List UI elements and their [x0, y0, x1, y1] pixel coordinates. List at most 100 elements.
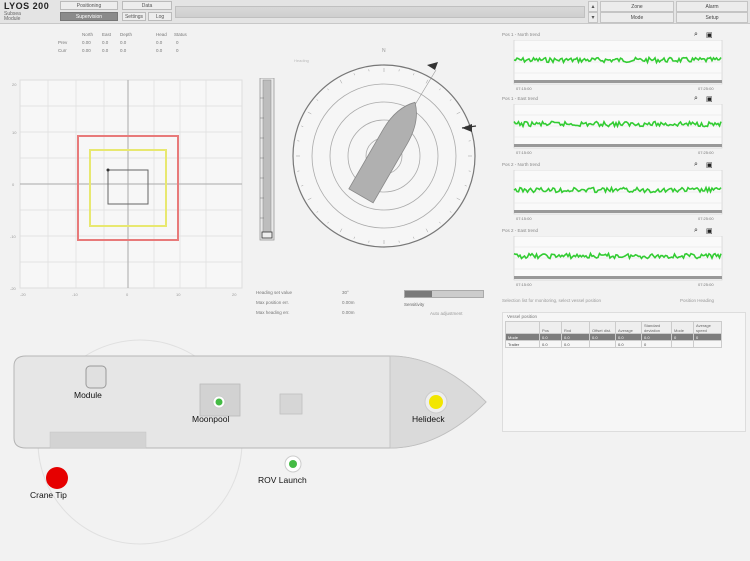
table-cell: 0.0 — [589, 333, 616, 341]
vessel-outline-svg — [13, 339, 487, 545]
trend-zoom-icon[interactable]: ⌕ — [694, 161, 698, 169]
deck-area — [49, 431, 147, 449]
table-header: Mode — [671, 321, 694, 334]
table-cell: 0.0 — [615, 340, 642, 348]
table-header-row: Pos Rxd Offset dist. Average Standard de… — [505, 321, 722, 334]
trend-plot — [513, 104, 723, 149]
app-subtitle-line2: Module — [4, 16, 21, 22]
alarm-button[interactable]: Alarm — [676, 1, 748, 12]
tab-log[interactable]: Log — [148, 12, 172, 21]
crane-tip-dot[interactable] — [46, 467, 68, 489]
app-title: LYOS 200 — [4, 1, 50, 11]
table-cell: 0.0 — [641, 333, 672, 341]
table-cell — [589, 340, 616, 348]
trend-zoom-icon[interactable]: ⌕ — [694, 31, 698, 39]
readout-cell: 0.0 — [120, 40, 127, 45]
trend-x-start: 07:15:00 — [516, 86, 532, 91]
trend-x-end: 07:25:00 — [698, 86, 714, 91]
trend-chart[interactable]: Pos 1 - North trend ⌕ ▣ 07:15:00 07:25:00 — [502, 31, 724, 94]
moonpool-label: Moonpool — [192, 414, 230, 424]
list-caption-right: Position Heading — [680, 298, 715, 303]
trend-title: Pos 1 - East trend — [502, 96, 539, 101]
table-header: Offset dist. — [589, 321, 616, 334]
trend-title: Pos 1 - North trend — [502, 32, 541, 37]
tab-data[interactable]: Data — [122, 1, 172, 10]
position-plot[interactable]: 20 10 0 -10 -20 -20 -10 0 10 20 — [10, 78, 246, 298]
table-cell: 0.0 — [561, 340, 590, 348]
table-row[interactable]: Trailer 0.0 0.0 0.0 0 — [505, 340, 722, 348]
table-header: Average speed — [693, 321, 722, 334]
trend-plot — [513, 40, 723, 85]
table-cell: 0.0 — [561, 333, 590, 341]
crane-tip-label: Crane Tip — [30, 490, 67, 500]
tab-positioning[interactable]: Positioning — [60, 1, 118, 10]
trend-settings-icon[interactable]: ▣ — [706, 31, 713, 39]
trend-x-end: 07:25:00 — [698, 216, 714, 221]
x-tick-label: 20 — [232, 292, 237, 297]
y-tick-label: -20 — [10, 286, 17, 291]
trend-x-start: 07:15:00 — [516, 216, 532, 221]
vessel-position-list: Vessel position Pos Rxd Offset dist. Ave… — [502, 312, 746, 432]
table-cell: 0 — [641, 340, 672, 348]
readout-cell: 0.0 — [120, 48, 127, 53]
readout-header: Status — [174, 32, 187, 37]
helideck-status-dot[interactable] — [429, 395, 443, 409]
trend-chart[interactable]: Pos 2 - East trend ⌕ ▣ 07:15:00 07:25:00 — [502, 227, 724, 290]
table-cell: 0 — [671, 333, 694, 341]
sensitivity-slider[interactable] — [404, 290, 484, 298]
setup-button[interactable]: Setup — [676, 12, 748, 23]
position-table: Pos Rxd Offset dist. Average Standard de… — [505, 321, 722, 348]
sensitivity-label: Sensitivity — [404, 302, 425, 307]
rov-launch-label: ROV Launch — [258, 475, 307, 485]
trend-chart[interactable]: Pos 2 - North trend ⌕ ▣ 07:15:00 07:25:00 — [502, 161, 724, 224]
chevron-down-icon[interactable]: ▾ — [588, 12, 598, 23]
readout-cell: 0.0 — [156, 48, 163, 53]
tab-supervision[interactable]: Supervision — [60, 12, 118, 21]
readout-cell: 0 — [176, 40, 179, 45]
info-label: Max heading err. — [256, 310, 290, 315]
vessel-position-marker — [106, 168, 110, 172]
compass-north-label: N — [382, 48, 386, 54]
sensitivity-fill — [405, 291, 433, 297]
status-strip — [175, 6, 585, 18]
table-cell — [693, 340, 722, 348]
tab-settings[interactable]: Settings — [122, 12, 146, 21]
table-row[interactable]: Mode 0.0 0.0 0.0 0.0 0.0 0 0 — [505, 333, 722, 341]
y-tick-label: -10 — [10, 234, 17, 239]
trend-settings-icon[interactable]: ▣ — [706, 95, 713, 103]
trend-x-end: 07:25:00 — [698, 150, 714, 155]
readout-cell: 0.0 — [102, 48, 109, 53]
x-tick-label: -20 — [20, 292, 27, 297]
trend-x-end: 07:25:00 — [698, 282, 714, 287]
trend-x-start: 07:15:00 — [516, 150, 532, 155]
readout-cell: 0.00 — [82, 40, 91, 45]
moonpool-status-dot[interactable] — [215, 398, 223, 406]
top-button-group: ▴ ▾ Zone Alarm Mode Setup — [588, 0, 750, 24]
readout-header: Head — [156, 32, 167, 37]
readout-header: Depth — [120, 32, 133, 37]
sensitivity-sublabel: Auto adjustment — [430, 311, 463, 316]
trend-zoom-icon[interactable]: ⌕ — [694, 95, 698, 103]
trend-settings-icon[interactable]: ▣ — [706, 227, 713, 235]
top-bar: LYOS 200 Subsea Module Positioning Super… — [0, 0, 750, 24]
info-label: Max position err. — [256, 300, 290, 305]
table-cell: Trailer — [505, 340, 540, 348]
table-header: Average — [615, 321, 642, 334]
chevron-up-icon[interactable]: ▴ — [588, 1, 598, 12]
x-tick-label: -10 — [72, 292, 79, 297]
zone-button[interactable]: Zone — [600, 1, 674, 12]
trend-chart[interactable]: Pos 1 - East trend ⌕ ▣ 07:15:00 07:25:00 — [502, 95, 724, 158]
trend-zoom-icon[interactable]: ⌕ — [694, 227, 698, 235]
helideck-label: Helideck — [412, 414, 445, 424]
trend-plot — [513, 236, 723, 281]
info-value: 0.00m — [342, 310, 355, 315]
trend-title: Pos 2 - East trend — [502, 228, 539, 233]
readout-row-label: Curr — [58, 48, 67, 53]
rov-status-dot[interactable] — [289, 460, 297, 468]
mode-button[interactable]: Mode — [600, 12, 674, 23]
heading-compass[interactable]: N Heading — [286, 48, 486, 258]
app-subtitle: Subsea Module — [4, 12, 21, 22]
info-label: Heading set value — [256, 290, 293, 295]
list-caption: Selection list for monitoring, select ve… — [502, 298, 602, 303]
trend-settings-icon[interactable]: ▣ — [706, 161, 713, 169]
